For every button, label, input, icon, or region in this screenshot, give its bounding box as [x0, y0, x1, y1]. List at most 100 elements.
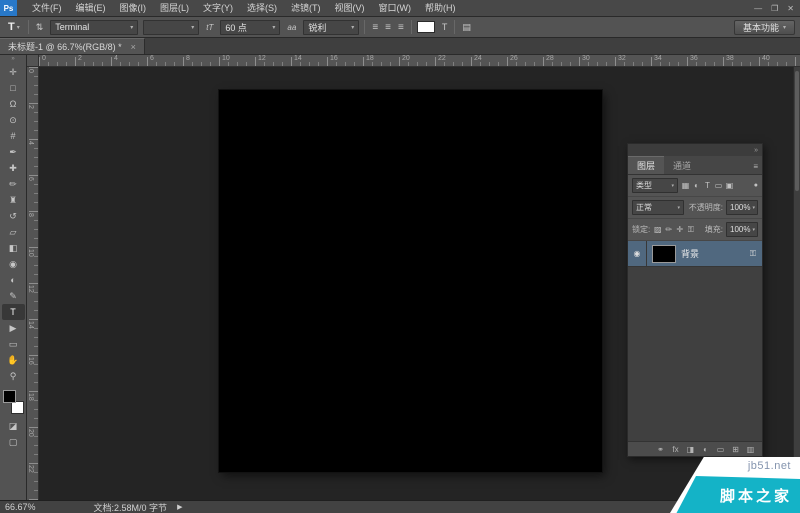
dodge-tool[interactable]: ◐	[2, 272, 25, 288]
chevron-down-icon: ▾	[783, 24, 786, 31]
toggle-panels-icon[interactable]: ▤	[460, 22, 473, 33]
align-right-icon[interactable]: ≡	[396, 22, 406, 33]
opacity-field[interactable]: 100% ▾	[726, 200, 758, 215]
clone-stamp-tool[interactable]: ♜	[2, 192, 25, 208]
menu-select[interactable]: 选择(S)	[240, 0, 284, 16]
brush-tool[interactable]: ✏	[2, 176, 25, 192]
lock-all-icon[interactable]: ⚿	[686, 225, 695, 235]
document-canvas[interactable]	[219, 90, 602, 472]
close-button[interactable]: ✕	[787, 4, 794, 13]
type-tool[interactable]: T	[2, 304, 25, 320]
foreground-color-swatch[interactable]	[3, 390, 16, 403]
divider	[411, 20, 412, 34]
blend-mode-select[interactable]: 正常 ▾	[632, 200, 684, 215]
path-selection-tool[interactable]: ▶	[2, 320, 25, 336]
link-layers-button[interactable]: ⚭	[656, 445, 665, 454]
layer-visibility-icon[interactable]: ◉	[628, 241, 647, 266]
menu-file[interactable]: 文件(F)	[25, 0, 69, 16]
tool-preset-picker[interactable]: T ▾	[5, 19, 23, 35]
hand-tool[interactable]: ✋	[2, 352, 25, 368]
color-swatches[interactable]	[2, 389, 25, 415]
panel-header: »	[628, 144, 762, 156]
lock-transparent-icon[interactable]: ▨	[653, 225, 662, 235]
filter-type-select[interactable]: 类型 ▾	[632, 178, 678, 193]
gradient-tool[interactable]: ◧	[2, 240, 25, 256]
lock-row: 锁定: ▨✏✛⚿ 填充: 100% ▾	[628, 219, 762, 241]
layer-thumbnail[interactable]	[652, 245, 676, 263]
menu-filter[interactable]: 滤镜(T)	[284, 0, 328, 16]
filter-type-icon[interactable]: T	[703, 181, 712, 190]
quick-mask-tool[interactable]: ◪	[2, 418, 25, 434]
eyedropper-tool[interactable]: ✒	[2, 144, 25, 160]
text-orientation-icon[interactable]: ⇅	[34, 22, 46, 33]
fill-field[interactable]: 100% ▾	[726, 222, 758, 237]
layer-row[interactable]: ◉背景⚿	[628, 241, 762, 267]
filter-toggle-icon[interactable]: ●	[754, 182, 758, 189]
menu-bar: Ps 文件(F)编辑(E)图像(I)图层(L)文字(Y)选择(S)滤镜(T)视图…	[0, 0, 800, 17]
restore-button[interactable]: ❐	[771, 4, 778, 13]
lock-position-icon[interactable]: ✛	[675, 225, 684, 235]
pen-tool[interactable]: ✎	[2, 288, 25, 304]
delete-layer-button[interactable]: ▥	[746, 445, 755, 454]
menu-image[interactable]: 图像(I)	[113, 0, 154, 16]
ruler-v-label: 4	[27, 141, 34, 145]
collapse-panel-icon[interactable]: »	[754, 147, 758, 154]
eraser-tool[interactable]: ▱	[2, 224, 25, 240]
layer-group-button[interactable]: ▭	[716, 445, 725, 454]
filter-shape-icon[interactable]: ▭	[714, 181, 723, 190]
lock-pixels-icon[interactable]: ✏	[664, 225, 673, 235]
close-icon[interactable]: ×	[131, 42, 136, 52]
shape-tool[interactable]: ▭	[2, 336, 25, 352]
layer-mask-button[interactable]: ◨	[686, 445, 695, 454]
history-brush-tool[interactable]: ↺	[2, 208, 25, 224]
document-tab[interactable]: 未标题-1 @ 66.7%(RGB/8) * ×	[0, 38, 145, 54]
healing-brush-tool[interactable]: ✚	[2, 160, 25, 176]
ruler-v-label: 20	[27, 429, 34, 437]
filter-adjustment-icon[interactable]: ◐	[692, 181, 701, 190]
screen-mode-tool[interactable]: ▢	[2, 434, 25, 450]
adjustment-layer-button[interactable]: ◐	[701, 445, 710, 454]
ruler-h-label: 2	[78, 55, 82, 62]
zoom-level-field[interactable]: 66.67%	[5, 502, 36, 512]
tab-layers[interactable]: 图层	[628, 156, 664, 174]
panel-menu-icon[interactable]: ≡	[753, 162, 762, 174]
ruler-v-label: 12	[27, 285, 34, 293]
layer-style-button[interactable]: fx	[671, 445, 680, 454]
blend-row: 正常 ▾ 不透明度: 100% ▾	[628, 197, 762, 219]
blur-tool[interactable]: ◉	[2, 256, 25, 272]
lasso-tool[interactable]: Ω	[2, 96, 25, 112]
text-color-swatch[interactable]	[417, 21, 435, 33]
filter-smart-object-icon[interactable]: ▣	[725, 181, 734, 190]
menu-edit[interactable]: 编辑(E)	[69, 0, 113, 16]
ruler-h-label: 22	[438, 55, 446, 62]
font-family-select[interactable]: Terminal ▾	[50, 20, 138, 35]
warp-text-icon[interactable]: T	[440, 22, 450, 32]
menu-type[interactable]: 文字(Y)	[196, 0, 240, 16]
align-center-icon[interactable]: ≡	[383, 22, 393, 33]
status-expand-icon[interactable]: ▶	[177, 503, 182, 511]
blend-mode-value: 正常	[636, 202, 652, 213]
font-size-select[interactable]: 60 点 ▾	[220, 20, 280, 35]
menu-help[interactable]: 帮助(H)	[418, 0, 463, 16]
collapse-toolbar-icon[interactable]: »	[11, 55, 14, 64]
scrollbar-thumb[interactable]	[795, 71, 799, 191]
workspace-switcher[interactable]: 基本功能 ▾	[734, 20, 795, 35]
menu-window[interactable]: 窗口(W)	[372, 0, 419, 16]
filter-pixel-icon[interactable]: ▦	[681, 181, 690, 190]
marquee-tool[interactable]: □	[2, 80, 25, 96]
new-layer-button[interactable]: ⊞	[731, 445, 740, 454]
menu-layer[interactable]: 图层(L)	[153, 0, 196, 16]
crop-tool[interactable]: #	[2, 128, 25, 144]
anti-alias-select[interactable]: 锐利 ▾	[303, 20, 359, 35]
vertical-scrollbar[interactable]	[793, 67, 800, 500]
tab-channels[interactable]: 通道	[664, 156, 700, 174]
align-left-icon[interactable]: ≡	[370, 22, 380, 33]
menu-view[interactable]: 视图(V)	[328, 0, 372, 16]
move-tool[interactable]: ✛	[2, 64, 25, 80]
quick-selection-tool[interactable]: ⊙	[2, 112, 25, 128]
minimize-button[interactable]: —	[754, 4, 762, 13]
chevron-down-icon: ▾	[752, 227, 755, 233]
chevron-down-icon: ▾	[677, 205, 680, 211]
font-style-select[interactable]: ▾	[143, 20, 199, 35]
zoom-tool[interactable]: ⚲	[2, 368, 25, 384]
